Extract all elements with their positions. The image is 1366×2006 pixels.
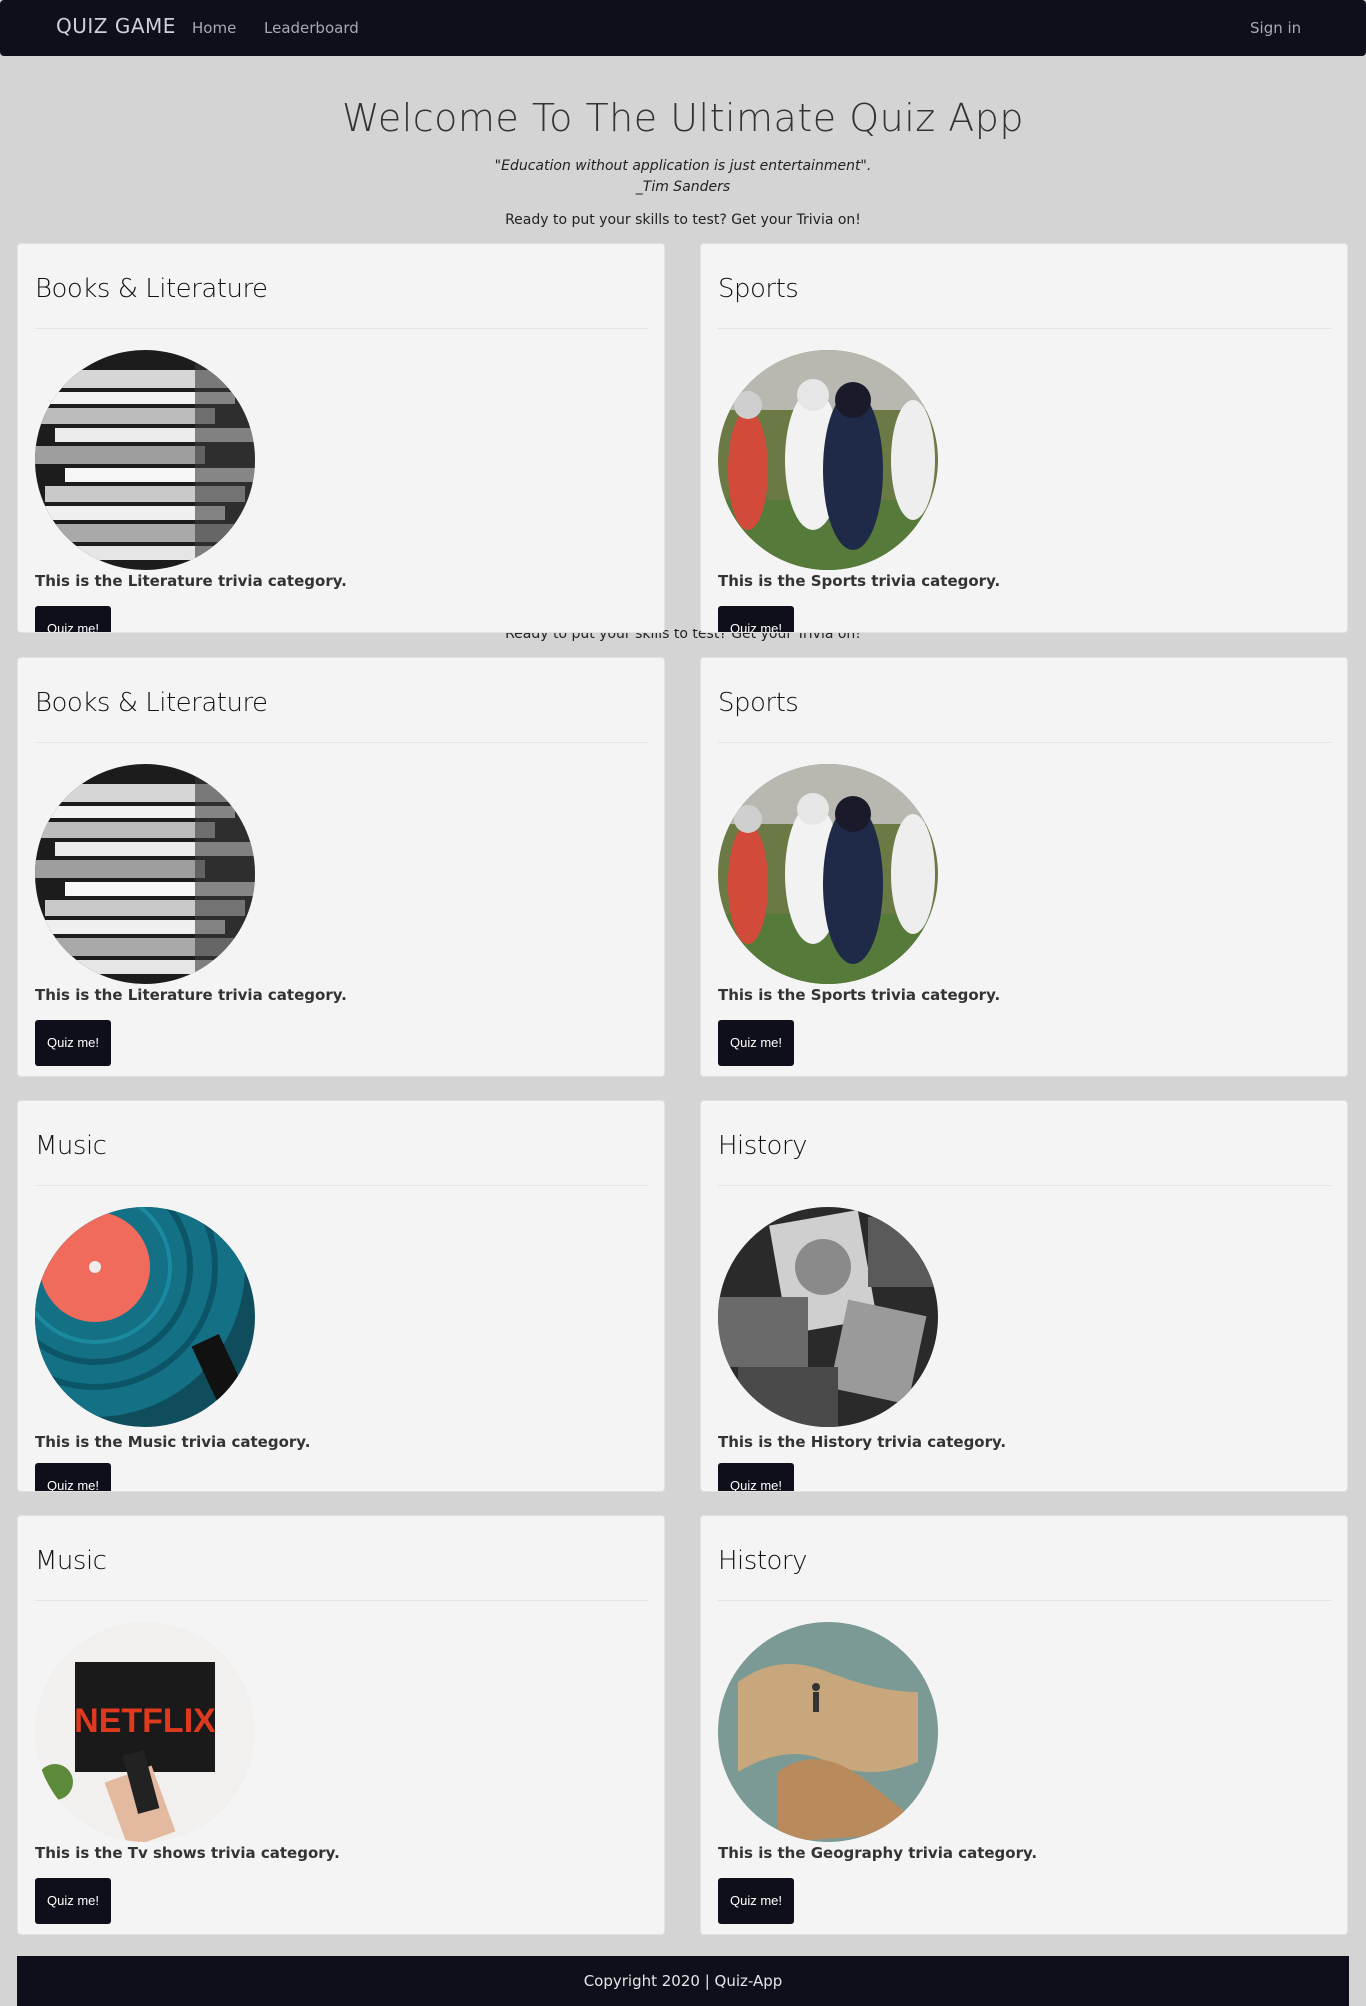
navbar: QUIZ GAME Home Leaderboard Sign in	[0, 0, 1366, 56]
quiz-me-button[interactable]: Quiz me!	[718, 1463, 795, 1491]
card-divider	[718, 1185, 1332, 1186]
quiz-me-button[interactable]: Quiz me!	[35, 1463, 112, 1491]
quiz-me-button[interactable]: Quiz me!	[718, 1020, 795, 1066]
category-card: Books & Literature This is the Literatur…	[17, 243, 665, 633]
category-card: Music This is the Music trivia category.…	[17, 1100, 665, 1492]
books-image	[35, 764, 255, 984]
card-divider	[718, 1600, 1332, 1601]
page-title: Welcome To The Ultimate Quiz App	[341, 96, 1025, 140]
nav-home-link[interactable]: Home	[192, 19, 236, 37]
card-description: This is the Literature trivia category.	[35, 986, 347, 1004]
quote-author: _Tim Sanders	[635, 179, 731, 195]
nav-signin-link[interactable]: Sign in	[1250, 19, 1301, 37]
category-card: History This is the History trivia categ…	[700, 1100, 1348, 1492]
category-card: Sports This is the Sports trivia categor…	[700, 657, 1348, 1077]
football-image	[718, 350, 938, 570]
football-image	[718, 764, 938, 984]
card-description: This is the Sports trivia category.	[718, 572, 1001, 590]
brand-link[interactable]: QUIZ GAME	[56, 14, 176, 38]
card-title: Music	[35, 1131, 107, 1161]
category-card: Sports This is the Sports trivia categor…	[700, 243, 1348, 633]
card-title: History	[718, 1546, 808, 1576]
card-description: This is the History trivia category.	[718, 1433, 1007, 1451]
card-divider	[35, 742, 649, 743]
old-photos-image	[718, 1207, 938, 1427]
quiz-me-button[interactable]: Quiz me!	[35, 606, 112, 632]
card-divider	[718, 328, 1332, 329]
card-title: Sports	[718, 274, 799, 304]
quiz-me-button[interactable]: Quiz me!	[35, 1020, 112, 1066]
svg-text:NETFLIX: NETFLIX	[74, 1702, 216, 1740]
card-divider	[35, 1600, 649, 1601]
globe-map-image	[718, 1622, 938, 1842]
vinyl-record-image	[35, 1207, 255, 1427]
card-title: History	[718, 1131, 808, 1161]
card-divider	[718, 742, 1332, 743]
card-description: This is the Tv shows trivia category.	[35, 1844, 340, 1862]
card-divider	[35, 328, 649, 329]
category-card: Books & Literature This is the Literatur…	[17, 657, 665, 1077]
quote-text: "Education without application is just e…	[494, 158, 872, 174]
card-description: This is the Literature trivia category.	[35, 572, 347, 590]
quiz-me-button[interactable]: Quiz me!	[35, 1878, 112, 1924]
category-card: Music NETFLIX This is the Tv shows trivi…	[17, 1515, 665, 1935]
footer: Copyright 2020 | Quiz-App	[17, 1956, 1349, 2006]
card-title: Music	[35, 1546, 107, 1576]
card-divider	[35, 1185, 649, 1186]
quiz-me-button[interactable]: Quiz me!	[718, 1878, 795, 1924]
card-description: This is the Music trivia category.	[35, 1433, 311, 1451]
card-description: This is the Geography trivia category.	[718, 1844, 1038, 1862]
nav-leaderboard-link[interactable]: Leaderboard	[264, 19, 359, 37]
netflix-tv-image: NETFLIX	[35, 1622, 255, 1842]
card-title: Books & Literature	[35, 688, 268, 718]
card-description: This is the Sports trivia category.	[718, 986, 1001, 1004]
category-card: History This is the Geography trivia cat…	[700, 1515, 1348, 1935]
tagline: Ready to put your skills to test? Get yo…	[505, 212, 861, 228]
books-image	[35, 350, 255, 570]
card-title: Sports	[718, 688, 799, 718]
card-title: Books & Literature	[35, 274, 268, 304]
quiz-me-button[interactable]: Quiz me!	[718, 606, 795, 632]
